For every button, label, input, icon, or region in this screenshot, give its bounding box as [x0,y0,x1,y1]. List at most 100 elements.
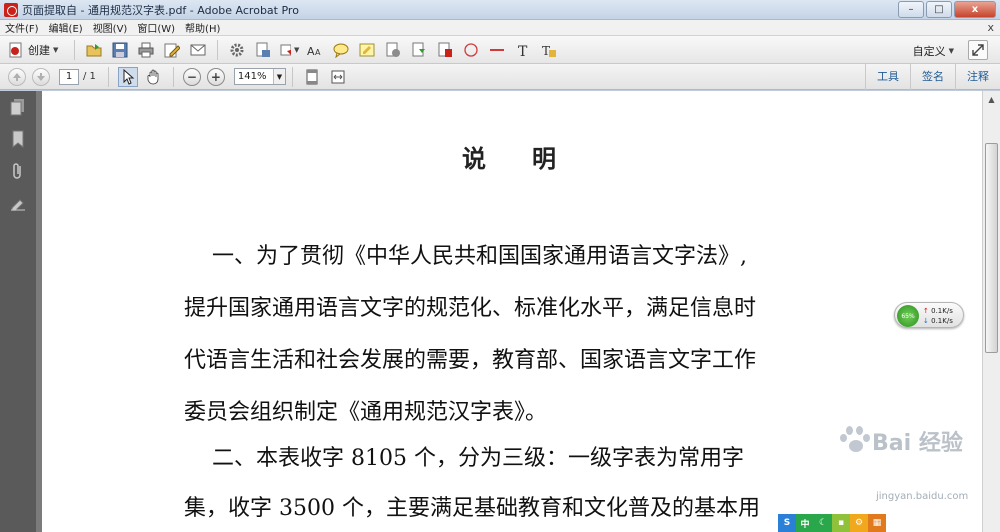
customize-label: 自定义 [912,45,946,58]
tray-icon-sogou[interactable]: S [778,514,796,532]
toolbar-divider [217,39,219,60]
expand-arrows-icon [972,44,984,56]
oval-tool-button[interactable] [461,40,481,60]
window-title: 页面提取自 - 通用规范汉字表.pdf - Adobe Acrobat Pro [22,3,299,17]
text-t-icon: T [518,44,528,58]
arrow-up-icon [13,72,21,81]
svg-text:A: A [307,45,315,58]
tray-icon-punct[interactable]: ▪ [832,514,850,532]
zoom-out-button[interactable]: − [182,67,201,86]
attach-file-button[interactable] [383,40,403,60]
title-bar: 页面提取自 - 通用规范汉字表.pdf - Adobe Acrobat Pro … [0,0,1000,20]
download-speed-value: 0.1K/s [931,317,953,325]
print-icon [138,42,154,57]
circle-icon [464,42,479,57]
upload-speed-value: 0.1K/s [931,307,953,315]
export-button[interactable] [409,40,429,60]
fit-page-button[interactable] [302,67,322,87]
acrobat-icon [4,2,18,17]
paperclip-icon [13,163,21,179]
scrollbar-thumb[interactable] [985,143,998,353]
sign-pane-link[interactable]: 签名 [910,64,955,90]
download-speed: ↓ 0.1K/s [923,317,953,325]
zoom-value: 141% [237,71,267,82]
menu-help[interactable]: 帮助(H) [180,20,225,35]
document-line-1: 一、为了贯彻《中华人民共和国国家通用语言文字法》, [184,244,747,269]
tray-icon-keyboard[interactable]: ▦ [868,514,886,532]
tray-icon-ime[interactable]: 中 [796,514,814,532]
close-button[interactable]: x [954,1,996,18]
text-size-button[interactable]: AA [305,40,325,60]
page-total: / 1 [83,71,96,82]
save-as-button[interactable] [253,40,273,60]
signature-pen-icon [11,199,25,211]
open-folder-button[interactable] [84,40,104,60]
maximize-button[interactable]: □ [926,1,952,18]
tray-icon-moon[interactable]: ☾ [814,514,832,532]
scroll-up-arrow-icon[interactable]: ▲ [983,91,1000,107]
attachments-button[interactable] [8,161,28,181]
upload-speed: ↑ 0.1K/s [923,307,953,315]
customize-dropdown[interactable]: 自定义 ▼ [913,43,954,59]
fit-width-button[interactable] [328,67,348,87]
settings-button[interactable] [227,40,247,60]
print-button[interactable] [136,40,156,60]
menu-edit[interactable]: 编辑(E) [44,20,88,35]
stamp-button[interactable]: ▼ [279,40,299,60]
highlight-button[interactable] [357,40,377,60]
watermark-text: Bai 经验 [872,431,963,456]
bookmarks-button[interactable] [8,129,28,149]
create-button[interactable]: 创建 ▼ [8,42,58,58]
page-thumbnails-button[interactable] [8,97,28,117]
line-tool-button[interactable] [487,40,507,60]
minimize-button[interactable]: – [898,1,924,18]
download-arrow-icon: ↓ [923,317,929,325]
text-box-button[interactable]: T [539,40,559,60]
speech-bubble-icon [333,43,349,58]
navigation-pane [0,91,42,532]
disk-doc-icon [256,42,271,57]
svg-text:T: T [518,44,528,58]
menu-view[interactable]: 视图(V) [88,20,133,35]
network-speed-widget[interactable]: 65% ↑ 0.1K/s ↓ 0.1K/s [894,302,964,328]
previous-page-button[interactable] [8,67,26,86]
comment-pane-link[interactable]: 注释 [955,64,1000,90]
text-tool-button[interactable]: T [513,40,533,60]
create-label: 创建 [28,43,50,57]
edit-button[interactable] [162,40,182,60]
highlighter-icon [359,43,375,56]
tray-icon-settings[interactable]: ⚙ [850,514,868,532]
text-box-icon: T [542,44,557,58]
menu-bar: 文件(F) 编辑(E) 视图(V) 窗口(W) 帮助(H) x [0,20,1000,36]
document-line-5: 二、本表收字 8105 个，分为三级：一级字表为常用字 [184,446,744,471]
document-line-2: 提升国家通用语言文字的规范化、标准化水平，满足信息时 [184,296,757,321]
save-button[interactable] [110,40,130,60]
comment-button[interactable] [331,40,351,60]
hand-tool-button[interactable] [144,67,164,87]
toolbar-divider [291,66,293,87]
sign-button[interactable] [435,40,455,60]
next-page-button[interactable] [32,67,50,86]
save-icon [112,42,128,57]
zoom-in-button[interactable]: + [206,67,225,86]
close-document-button[interactable]: x [987,21,994,34]
cpu-gauge: 65% [897,305,919,327]
page-number-input[interactable]: 1 [59,68,79,85]
email-button[interactable] [188,40,208,60]
toolbar-divider [107,66,109,87]
menu-window[interactable]: 窗口(W) [132,20,180,35]
document-line-4: 委员会组织制定《通用规范汉字表》。 [184,400,548,425]
signatures-button[interactable] [8,193,28,213]
select-tool-button[interactable] [117,66,138,87]
vertical-scrollbar[interactable]: ▲ [982,91,1000,532]
document-page: 说明 一、为了贯彻《中华人民共和国国家通用语言文字法》, 提升国家通用语言文字的… [42,91,982,532]
tools-pane-link[interactable]: 工具 [865,64,910,90]
menu-file[interactable]: 文件(F) [0,20,44,35]
fullscreen-button[interactable] [968,40,988,60]
upload-arrow-icon: ↑ [923,307,929,315]
watermark-url: jingyan.baidu.com [876,491,969,502]
baidu-watermark: Bai 经验 [836,424,963,458]
zoom-level-select[interactable]: 141% ▼ [233,68,286,85]
cursor-arrow-icon [123,68,135,85]
chevron-down-icon[interactable]: ▼ [272,69,285,84]
